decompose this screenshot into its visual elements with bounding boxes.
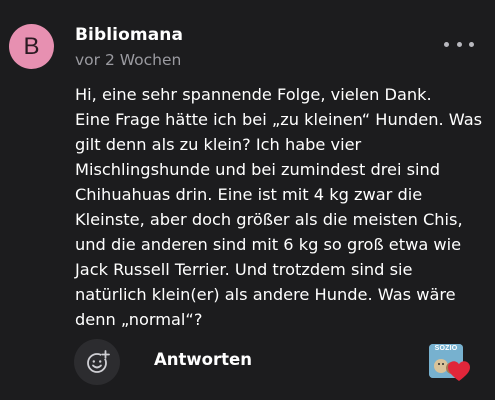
comment-line: gilt denn als zu klein? Ich habe vier: [75, 135, 362, 154]
comment-line: natürlich klein(er) als andere Hunde. Wa…: [75, 285, 456, 304]
comment-timestamp: vor 2 Wochen: [75, 51, 182, 69]
comment-line: Eine Frage hätte ich bei „zu kleinen“ Hu…: [75, 110, 483, 129]
add-reaction-icon: [87, 350, 110, 373]
comment-line: Mischlingshunde und bei zumindest drei s…: [75, 160, 441, 179]
creator-thumbnail-label: SOZIO: [434, 345, 458, 352]
avatar[interactable]: B: [9, 24, 54, 69]
comment-line: Chihuahuas drin. Eine ist mit 4 kg zwar …: [75, 185, 423, 204]
comment-line: und die anderen sind mit 6 kg so groß et…: [75, 235, 462, 254]
creator-heart-reaction: SOZIO: [429, 344, 473, 388]
add-reaction-button[interactable]: [74, 339, 120, 385]
more-horizontal-icon[interactable]: [444, 38, 474, 50]
comment-author[interactable]: Bibliomana: [75, 25, 183, 45]
comment-line: Jack Russell Terrier. Und trotzdem sind …: [75, 260, 413, 279]
comment-line: Kleinste, aber doch größer als die meist…: [75, 210, 463, 229]
comment-text: Hi, eine sehr spannende Folge, vielen Da…: [75, 82, 493, 332]
comment-line: Hi, eine sehr spannende Folge, vielen Da…: [75, 85, 432, 104]
comment-line: denn „normal“?: [75, 310, 203, 329]
reply-button[interactable]: Antworten: [154, 350, 252, 369]
heart-icon: [448, 361, 470, 381]
avatar-letter: B: [23, 33, 40, 60]
